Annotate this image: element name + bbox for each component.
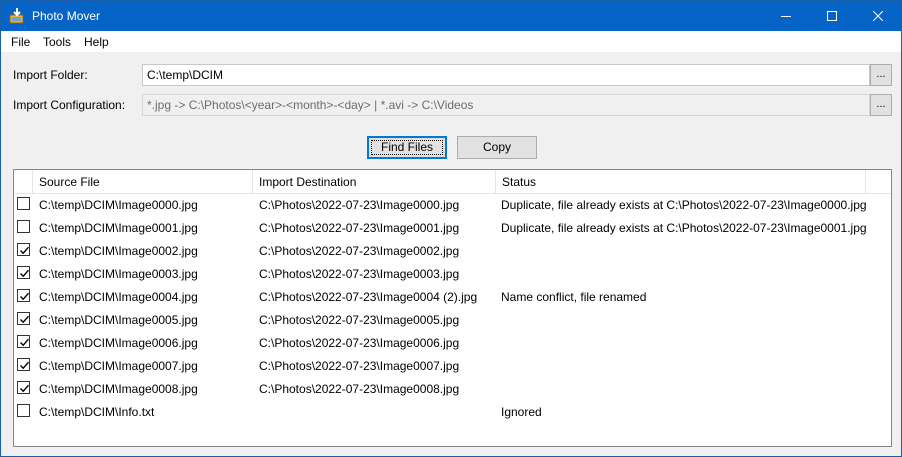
file-list[interactable]: Source File Import Destination Status C:… (13, 169, 892, 447)
table-row[interactable]: C:\temp\DCIM\Image0008.jpg C:\Photos\2022… (14, 378, 891, 401)
menu-bar: File Tools Help (1, 31, 901, 53)
column-header-source[interactable]: Source File (33, 170, 253, 194)
row-checkbox[interactable] (17, 243, 30, 256)
row-checkbox[interactable] (17, 312, 30, 325)
row-checkbox[interactable] (17, 358, 30, 371)
cell-source-file: C:\temp\DCIM\Image0007.jpg (39, 359, 198, 373)
cell-source-file: C:\temp\DCIM\Image0005.jpg (39, 313, 198, 327)
column-header-status[interactable]: Status (496, 170, 866, 194)
maximize-button[interactable] (809, 1, 855, 31)
table-row[interactable]: C:\temp\DCIM\Image0003.jpg C:\Photos\2022… (14, 263, 891, 286)
cell-import-destination: C:\Photos\2022-07-23\Image0001.jpg (259, 221, 460, 235)
table-row[interactable]: C:\temp\DCIM\Image0004.jpg C:\Photos\2022… (14, 286, 891, 309)
cell-status: Ignored (501, 405, 542, 419)
import-folder-input[interactable]: C:\temp\DCIM (142, 64, 870, 86)
menu-file[interactable]: File (11, 35, 30, 49)
cell-source-file: C:\temp\DCIM\Image0008.jpg (39, 382, 198, 396)
app-window: Photo Mover File Tools Help Import Folde… (0, 0, 902, 457)
table-row[interactable]: C:\temp\DCIM\Image0007.jpg C:\Photos\2022… (14, 355, 891, 378)
row-checkbox[interactable] (17, 197, 30, 210)
cell-source-file: C:\temp\DCIM\Image0004.jpg (39, 290, 198, 304)
row-checkbox[interactable] (17, 289, 30, 302)
close-button[interactable] (855, 1, 901, 31)
row-checkbox[interactable] (17, 266, 30, 279)
cell-source-file: C:\temp\DCIM\Image0001.jpg (39, 221, 198, 235)
row-checkbox[interactable] (17, 220, 30, 233)
window-title: Photo Mover (32, 9, 101, 23)
cell-import-destination: C:\Photos\2022-07-23\Image0006.jpg (259, 336, 460, 350)
cell-import-destination: C:\Photos\2022-07-23\Image0008.jpg (259, 382, 460, 396)
cell-import-destination: C:\Photos\2022-07-23\Image0000.jpg (259, 198, 460, 212)
list-header: Source File Import Destination Status (14, 170, 891, 194)
cell-import-destination: C:\Photos\2022-07-23\Image0003.jpg (259, 267, 460, 281)
cell-source-file: C:\temp\DCIM\Image0000.jpg (39, 198, 198, 212)
row-checkbox[interactable] (17, 404, 30, 417)
table-row[interactable]: C:\temp\DCIM\Image0001.jpg C:\Photos\2022… (14, 217, 891, 240)
cell-source-file: C:\temp\DCIM\Image0003.jpg (39, 267, 198, 281)
column-header-check[interactable] (14, 170, 33, 194)
focus-ring (371, 140, 443, 155)
minimize-button[interactable] (763, 1, 809, 31)
cell-import-destination: C:\Photos\2022-07-23\Image0002.jpg (259, 244, 460, 258)
cell-status: Name conflict, file renamed (501, 290, 647, 304)
table-row[interactable]: C:\temp\DCIM\Image0006.jpg C:\Photos\2022… (14, 332, 891, 355)
cell-status: Duplicate, file already exists at C:\Pho… (501, 198, 867, 212)
import-config-browse-button[interactable]: ... (870, 94, 892, 116)
row-checkbox[interactable] (17, 335, 30, 348)
import-folder-label: Import Folder: (13, 68, 88, 82)
cell-source-file: C:\temp\DCIM\Info.txt (39, 405, 155, 419)
maximize-icon (827, 11, 837, 21)
menu-help[interactable]: Help (84, 35, 109, 49)
copy-button[interactable]: Copy (457, 136, 537, 159)
table-row[interactable]: C:\temp\DCIM\Info.txt Ignored (14, 401, 891, 424)
cell-source-file: C:\temp\DCIM\Image0002.jpg (39, 244, 198, 258)
menu-tools[interactable]: Tools (43, 35, 71, 49)
find-files-button[interactable]: Find Files (367, 136, 447, 159)
import-config-input[interactable]: *.jpg -> C:\Photos\<year>-<month>-<day> … (142, 94, 870, 116)
close-icon (873, 11, 883, 21)
cell-status: Duplicate, file already exists at C:\Pho… (501, 221, 867, 235)
app-icon (9, 7, 25, 24)
table-row[interactable]: C:\temp\DCIM\Image0000.jpg C:\Photos\2022… (14, 194, 891, 217)
import-folder-browse-button[interactable]: ... (870, 64, 892, 86)
row-checkbox[interactable] (17, 381, 30, 394)
cell-source-file: C:\temp\DCIM\Image0006.jpg (39, 336, 198, 350)
cell-import-destination: C:\Photos\2022-07-23\Image0004 (2).jpg (259, 290, 478, 304)
cell-import-destination: C:\Photos\2022-07-23\Image0005.jpg (259, 313, 460, 327)
table-row[interactable]: C:\temp\DCIM\Image0002.jpg C:\Photos\2022… (14, 240, 891, 263)
copy-label: Copy (482, 140, 511, 154)
minimize-icon (781, 16, 791, 17)
import-config-label: Import Configuration: (13, 98, 126, 112)
table-row[interactable]: C:\temp\DCIM\Image0005.jpg C:\Photos\2022… (14, 309, 891, 332)
column-header-destination[interactable]: Import Destination (253, 170, 496, 194)
cell-import-destination: C:\Photos\2022-07-23\Image0007.jpg (259, 359, 460, 373)
title-bar[interactable]: Photo Mover (1, 1, 901, 31)
